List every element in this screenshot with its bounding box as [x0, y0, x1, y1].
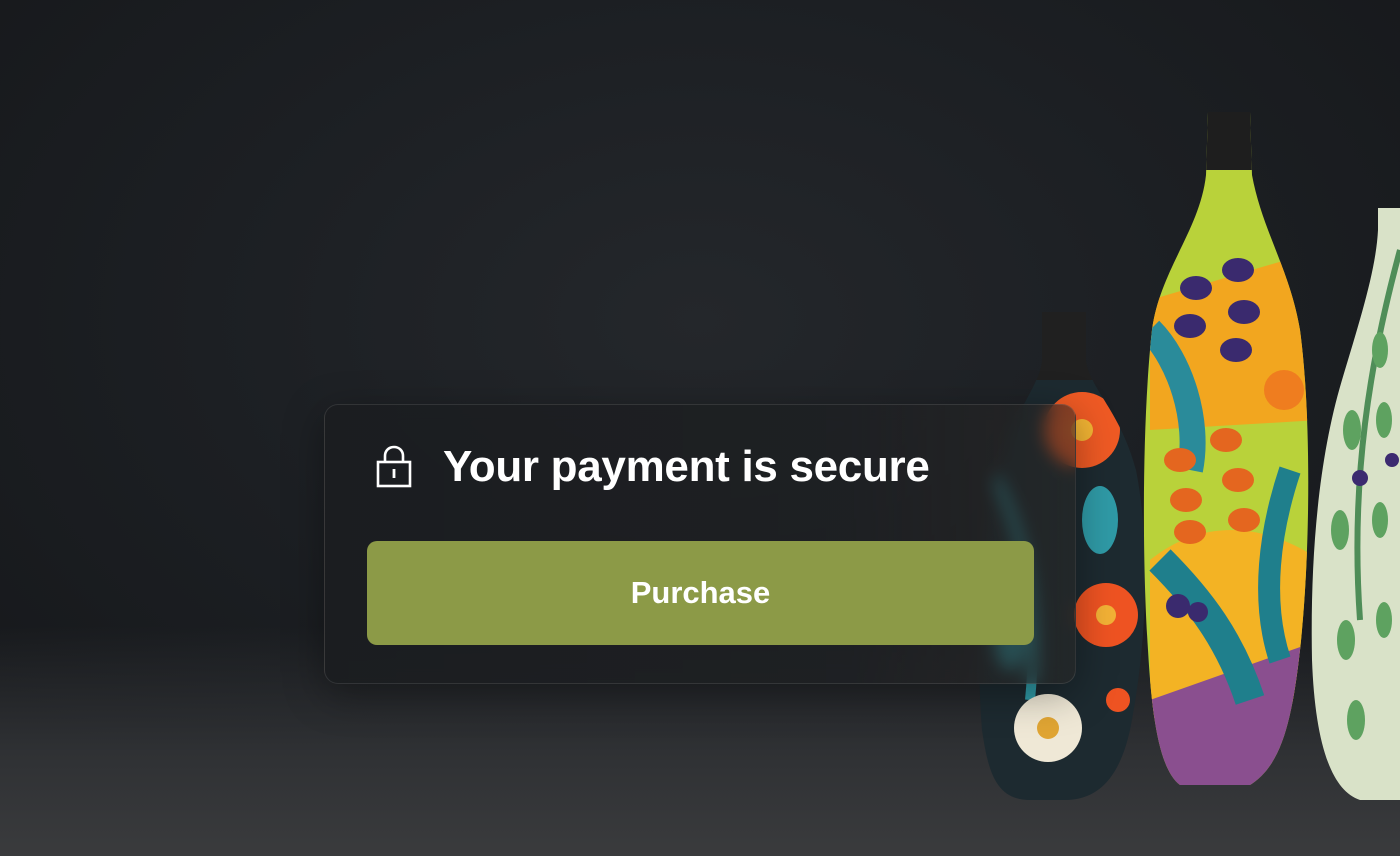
- card-header: Your payment is secure: [375, 441, 930, 493]
- right-vase: [1311, 208, 1400, 800]
- lock-icon: [376, 445, 412, 488]
- secure-payment-card: Your payment is secure Purchase: [324, 404, 1076, 684]
- purchase-button[interactable]: Purchase: [367, 541, 1034, 645]
- tall-vase: [1143, 112, 1309, 785]
- payment-scene: Your payment is secure Purchase: [0, 0, 1400, 856]
- card-title: Your payment is secure: [443, 442, 930, 491]
